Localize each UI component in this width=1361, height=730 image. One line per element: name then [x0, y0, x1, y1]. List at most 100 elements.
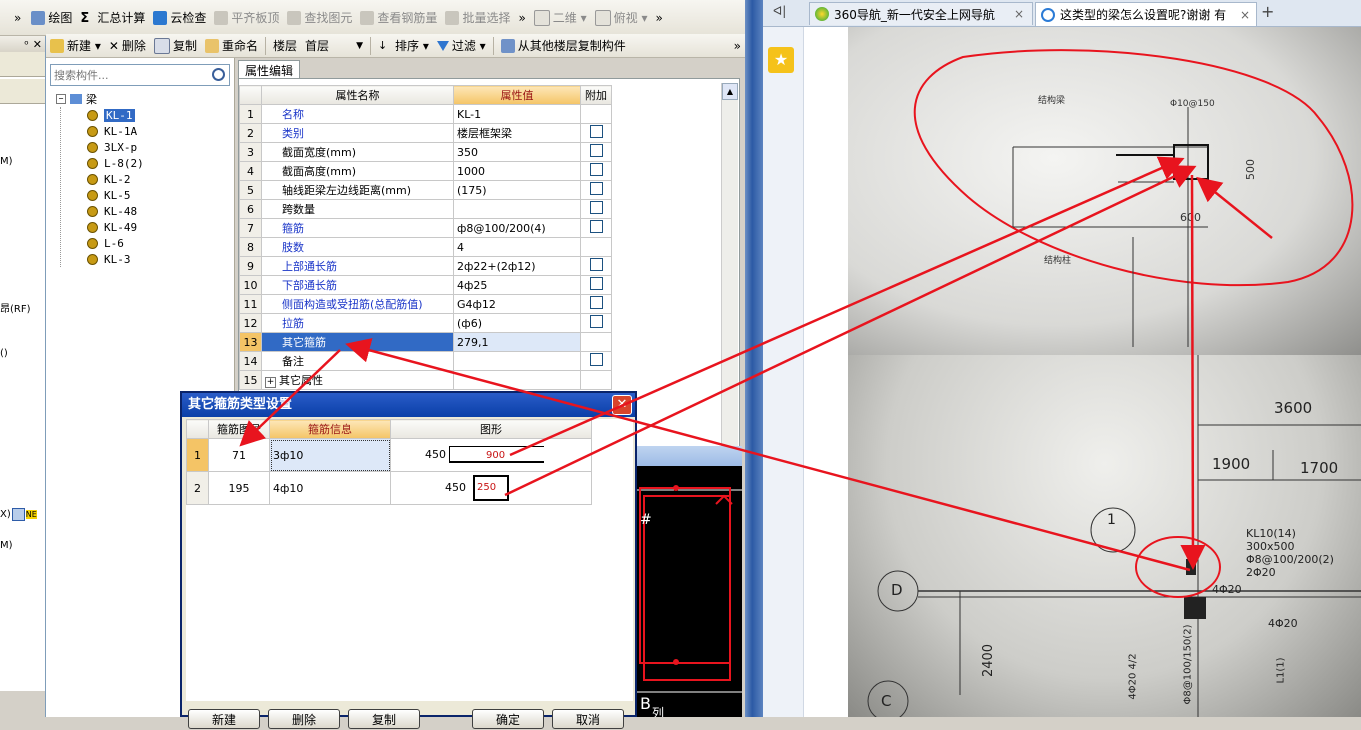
- property-value[interactable]: 1000: [453, 161, 581, 181]
- batch-select-button[interactable]: 批量选择: [441, 7, 514, 29]
- header-extra[interactable]: 附加: [580, 85, 612, 105]
- extra-checkbox[interactable]: [589, 201, 603, 214]
- property-row[interactable]: 6 跨数量: [239, 199, 612, 219]
- extra-checkbox[interactable]: [589, 296, 603, 309]
- toolbar2-overflow[interactable]: »: [730, 35, 745, 57]
- delete-button[interactable]: ✕ 删除: [105, 35, 150, 57]
- tree-item[interactable]: KL-5: [87, 187, 144, 203]
- property-row[interactable]: 3 截面宽度(mm) 350: [239, 142, 612, 162]
- view-mode-dropdown[interactable]: 二维 ▾: [530, 7, 591, 29]
- find-element-button[interactable]: 查找图元: [283, 7, 356, 29]
- tree-item[interactable]: KL-1: [87, 107, 144, 123]
- tree-item[interactable]: KL-48: [87, 203, 144, 219]
- vertical-scrollbar[interactable]: ▲: [721, 83, 738, 457]
- browser-tab-1[interactable]: 360导航_新一代安全上网导航 ×: [809, 2, 1033, 25]
- property-row[interactable]: 1 名称 KL-1: [239, 104, 612, 124]
- close-tab-icon[interactable]: ×: [1240, 8, 1250, 22]
- extra-checkbox[interactable]: [589, 163, 603, 176]
- property-row[interactable]: 13 其它箍筋 279,1: [239, 332, 612, 352]
- new-button[interactable]: 新建 ▾: [46, 35, 105, 57]
- property-row[interactable]: 5 轴线距梁左边线距离(mm) (175): [239, 180, 612, 200]
- extra-checkbox[interactable]: [589, 258, 603, 271]
- tree-item[interactable]: KL-3: [87, 251, 144, 267]
- property-row[interactable]: 15 + 其它属性: [239, 370, 612, 390]
- stirrup-row[interactable]: 2 195 4ф10 450 250: [186, 471, 592, 505]
- pin-icon[interactable]: ᵒ: [24, 38, 29, 51]
- property-value[interactable]: 350: [453, 142, 581, 162]
- collapse-icon[interactable]: −: [56, 94, 66, 104]
- property-row[interactable]: 2 类别 楼层框架梁: [239, 123, 612, 143]
- tree-item[interactable]: KL-2: [87, 171, 144, 187]
- stirrup-shape[interactable]: 450 900: [390, 438, 592, 472]
- tab-property-edit[interactable]: 属性编辑: [238, 60, 301, 80]
- extra-checkbox[interactable]: [589, 277, 603, 290]
- property-row[interactable]: 8 肢数 4: [239, 237, 612, 257]
- stirrup-no[interactable]: 195: [208, 471, 270, 505]
- extra-checkbox[interactable]: [589, 220, 603, 233]
- tree-item[interactable]: KL-49: [87, 219, 144, 235]
- copy-button[interactable]: 复制: [348, 709, 420, 729]
- extra-checkbox[interactable]: [589, 144, 603, 157]
- new-tab-button[interactable]: +: [1261, 2, 1274, 21]
- extra-checkbox[interactable]: [589, 125, 603, 138]
- left-panel-item[interactable]: M): [0, 156, 13, 167]
- header-stirrup-info[interactable]: 箍筋信息: [269, 419, 391, 439]
- favorite-star-icon[interactable]: ★: [768, 47, 794, 73]
- stirrup-row[interactable]: 1 71 3ф10 450 900: [186, 438, 592, 472]
- search-icon[interactable]: [212, 68, 225, 81]
- header-shape[interactable]: 图形: [390, 419, 592, 439]
- back-button[interactable]: ᐊ|: [773, 4, 786, 18]
- toolbar-overflow-left[interactable]: »: [0, 7, 27, 29]
- tree-item[interactable]: L-8(2): [87, 155, 144, 171]
- tree-root-beam[interactable]: − 梁: [56, 91, 144, 107]
- stirrup-info[interactable]: 4ф10: [269, 471, 391, 505]
- stirrup-shape[interactable]: 450 250: [390, 471, 592, 505]
- view-angle-dropdown[interactable]: 俯视 ▾: [591, 7, 652, 29]
- new-button[interactable]: 新建: [188, 709, 260, 729]
- property-row[interactable]: 14 备注: [239, 351, 612, 371]
- search-input[interactable]: [51, 65, 207, 85]
- cad-view[interactable]: # B 列: [636, 466, 742, 717]
- property-value[interactable]: 楼层框架梁: [453, 123, 581, 143]
- property-value[interactable]: 2ф22+(2ф12): [453, 256, 581, 276]
- extra-checkbox[interactable]: [589, 353, 603, 366]
- property-value[interactable]: KL-1: [453, 104, 581, 124]
- flat-top-button[interactable]: 平齐板顶: [210, 7, 283, 29]
- property-row[interactable]: 4 截面高度(mm) 1000: [239, 161, 612, 181]
- property-value[interactable]: [453, 370, 581, 390]
- floor-select[interactable]: 首层 ▼: [301, 37, 367, 55]
- rename-button[interactable]: 重命名: [201, 35, 262, 57]
- expand-icon[interactable]: +: [265, 377, 276, 388]
- stirrup-no[interactable]: 71: [208, 438, 270, 472]
- extra-checkbox[interactable]: [589, 182, 603, 195]
- tree-item[interactable]: 3LX-p: [87, 139, 144, 155]
- property-row[interactable]: 9 上部通长筋 2ф22+(2ф12): [239, 256, 612, 276]
- tree-item[interactable]: L-6: [87, 235, 144, 251]
- delete-button[interactable]: 删除: [268, 709, 340, 729]
- property-row[interactable]: 7 箍筋 ф8@100/200(4): [239, 218, 612, 238]
- scroll-up-button[interactable]: ▲: [722, 83, 738, 100]
- browser-tab-2[interactable]: 这类型的梁怎么设置呢?谢谢 有 ×: [1035, 2, 1257, 26]
- left-panel-item[interactable]: X) NE: [0, 508, 37, 521]
- left-panel-item[interactable]: 昂(RF): [0, 300, 31, 315]
- tree-item[interactable]: KL-1A: [87, 123, 144, 139]
- extra-checkbox[interactable]: [589, 315, 603, 328]
- left-panel-item[interactable]: (): [0, 348, 8, 359]
- sum-calc-button[interactable]: Σ 汇总计算: [76, 7, 149, 29]
- copy-button[interactable]: 复制: [150, 35, 201, 57]
- close-icon[interactable]: ✕: [33, 38, 42, 51]
- stirrup-info[interactable]: 3ф10: [269, 438, 391, 472]
- property-value[interactable]: 4ф25: [453, 275, 581, 295]
- property-value[interactable]: (ф6): [453, 313, 581, 333]
- cancel-button[interactable]: 取消: [552, 709, 624, 729]
- property-value[interactable]: G4ф12: [453, 294, 581, 314]
- header-property-value[interactable]: 属性值: [453, 85, 581, 105]
- property-row[interactable]: 10 下部通长筋 4ф25: [239, 275, 612, 295]
- toolbar-overflow[interactable]: »: [514, 7, 529, 29]
- property-value[interactable]: [453, 351, 581, 371]
- close-button[interactable]: ✕: [612, 395, 632, 415]
- property-value[interactable]: [453, 199, 581, 219]
- ok-button[interactable]: 确定: [472, 709, 544, 729]
- filter-button[interactable]: 过滤 ▾: [433, 35, 490, 57]
- property-row[interactable]: 11 侧面构造或受扭筋(总配筋值) G4ф12: [239, 294, 612, 314]
